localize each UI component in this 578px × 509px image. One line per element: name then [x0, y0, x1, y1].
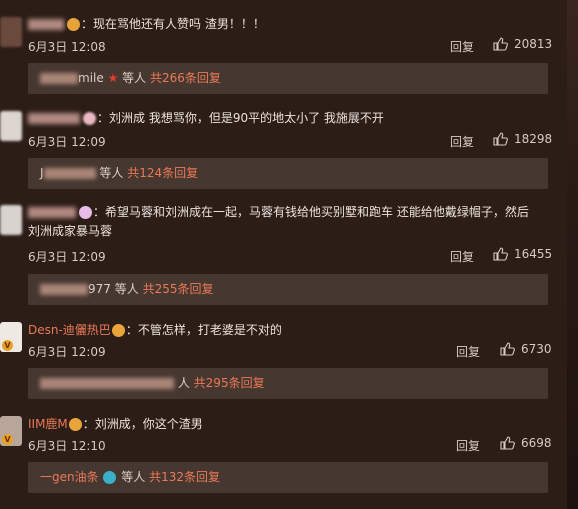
comment-text: ：不管怎样，打老婆是不对的 [125, 323, 282, 337]
comment-text: ：刘洲成 我想骂你，但是90平的地太小了 我施展不开 [97, 111, 384, 125]
reply-button[interactable]: 回复 [456, 343, 480, 360]
crown-badge-icon [68, 418, 82, 431]
sub-username-link[interactable]: 一gen油条 [40, 470, 99, 484]
reply-total-link[interactable]: 共255条回复 [143, 282, 214, 296]
star-badge-icon: ★ [107, 71, 119, 85]
reply-total-link[interactable]: 共266条回复 [150, 71, 221, 85]
thumbs-up-icon [493, 247, 508, 261]
emoji-icon [83, 112, 96, 125]
comment-timestamp: 6月3日 12:09 [28, 250, 106, 264]
sub-replies-box[interactable]: 人 共295条回复 [28, 368, 548, 399]
like-button[interactable]: 18298 [493, 132, 552, 146]
username-blurred[interactable] [28, 19, 64, 30]
comment-text: ：刘洲成，你这个渣男 [82, 417, 203, 431]
comment-timestamp: 6月3日 12:08 [28, 40, 106, 54]
like-button[interactable]: 20813 [493, 37, 552, 51]
like-button[interactable]: 6730 [500, 342, 552, 356]
like-button[interactable]: 6698 [500, 436, 552, 450]
like-count: 20813 [514, 37, 553, 51]
sub-replies-box[interactable]: mile ★ 等人 共266条回复 [28, 63, 548, 94]
username-blurred[interactable] [28, 113, 80, 124]
username-blurred[interactable] [28, 207, 76, 218]
comment-text: ：希望马蓉和刘洲成在一起，马蓉有钱给他买别墅和跑车 还能给他戴绿帽子，然后 [93, 205, 529, 219]
reply-button[interactable]: 回复 [456, 437, 480, 454]
comment-timestamp: 6月3日 12:10 [28, 439, 106, 453]
like-count: 18298 [514, 132, 553, 146]
comment-text-continued: 刘洲成家暴马蓉 [28, 224, 113, 238]
reply-total-link[interactable]: 共124条回复 [127, 166, 198, 180]
verified-v-icon: V [2, 434, 13, 445]
sub-replies-box[interactable]: J 等人 共124条回复 [28, 158, 548, 189]
avatar[interactable] [0, 205, 22, 235]
sub-replies-box[interactable]: 一gen油条 等人 共132条回复 [28, 462, 548, 493]
thumbs-up-icon [493, 132, 508, 146]
avatar[interactable] [0, 111, 22, 141]
reply-total-link[interactable]: 共295条回复 [194, 376, 265, 390]
like-count: 6730 [521, 342, 552, 356]
heart-emoji-icon [79, 206, 92, 219]
crown-badge-icon [111, 324, 125, 337]
verified-v-icon: V [2, 340, 13, 351]
avatar[interactable] [0, 17, 22, 47]
comment-timestamp: 6月3日 12:09 [28, 345, 106, 359]
avatar[interactable]: V [0, 416, 22, 446]
username-link[interactable]: IIM鹿M [28, 417, 68, 431]
thumbs-up-icon [493, 37, 508, 51]
comment-text: ：现在骂他还有人赞吗 渣男！！！ [81, 17, 265, 31]
camera-badge-icon [103, 471, 117, 484]
crown-badge-icon [67, 18, 80, 31]
like-count: 6698 [521, 436, 552, 450]
reply-button[interactable]: 回复 [450, 248, 474, 265]
reply-total-link[interactable]: 共132条回复 [149, 470, 220, 484]
comment-timestamp: 6月3日 12:09 [28, 135, 106, 149]
reply-button[interactable]: 回复 [450, 38, 474, 55]
page-edge-strip [567, 0, 578, 509]
username-link[interactable]: Desn-迪儷热巴 [28, 323, 111, 337]
like-count: 16455 [514, 247, 553, 261]
thumbs-up-icon [500, 342, 515, 356]
thumbs-up-icon [500, 436, 515, 450]
sub-replies-box[interactable]: 977 等人 共255条回复 [28, 274, 548, 305]
like-button[interactable]: 16455 [493, 247, 552, 261]
reply-button[interactable]: 回复 [450, 133, 474, 150]
avatar[interactable]: V [0, 322, 22, 352]
